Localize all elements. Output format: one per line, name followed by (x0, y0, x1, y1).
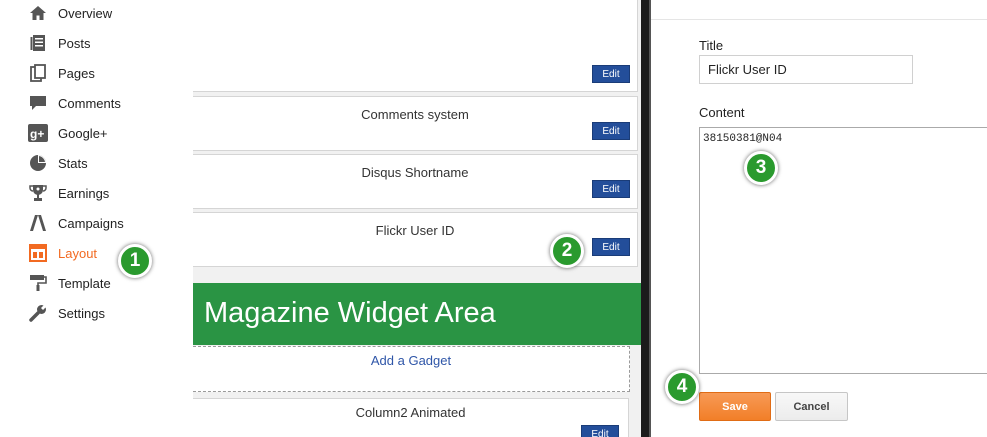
gadget-item: Column2 Animated Edit (193, 398, 629, 437)
wrench-icon (28, 303, 48, 323)
gadget-title: Column2 Animated (355, 405, 466, 420)
posts-icon (28, 33, 48, 53)
edit-button[interactable]: Edit (592, 122, 630, 140)
gadget-title: Comments system (361, 107, 469, 122)
divider (651, 19, 987, 20)
window-divider (641, 0, 649, 437)
sidebar-nav: Overview Posts Pages Comments g+ Google+… (0, 0, 190, 437)
sidebar-item-label: Comments (58, 95, 121, 111)
sidebar-item-google-plus[interactable]: g+ Google+ (28, 122, 108, 144)
comments-icon (28, 93, 48, 113)
sidebar-item-label: Pages (58, 65, 95, 81)
cancel-button[interactable]: Cancel (775, 392, 848, 421)
edit-button[interactable]: Edit (592, 180, 630, 198)
sidebar-item-label: Posts (58, 35, 91, 51)
sidebar-item-comments[interactable]: Comments (28, 92, 121, 114)
sidebar-item-earnings[interactable]: Earnings (28, 182, 109, 204)
save-button[interactable]: Save (699, 392, 771, 421)
sidebar-item-layout[interactable]: Layout (28, 242, 97, 264)
pages-icon (28, 63, 48, 83)
sidebar-item-overview[interactable]: Overview (28, 2, 112, 24)
sidebar-item-pages[interactable]: Pages (28, 62, 95, 84)
gadget-item: Comments system Edit (193, 96, 638, 151)
stats-icon (28, 153, 48, 173)
step-marker-1: 1 (118, 244, 152, 278)
svg-text:g+: g+ (30, 127, 44, 141)
step-marker-4: 4 (665, 370, 699, 404)
content-label: Content (699, 105, 745, 120)
sidebar-item-label: Stats (58, 155, 88, 171)
add-gadget-link[interactable]: Add a Gadget (193, 346, 630, 392)
sidebar-item-label: Google+ (58, 125, 108, 141)
gadget-item: Edit (193, 0, 638, 92)
magazine-section-header: Magazine Widget Area (193, 283, 641, 345)
trophy-icon (28, 183, 48, 203)
sidebar-item-label: Template (58, 275, 111, 291)
sidebar-item-label: Earnings (58, 185, 110, 201)
campaigns-icon (28, 213, 48, 233)
sidebar-item-label: Settings (58, 305, 105, 321)
configure-gadget-dialog: Title Content 38150381@N04 Save Cancel (649, 0, 987, 437)
step-marker-2: 2 (550, 234, 584, 268)
sidebar-item-label: Layout (58, 245, 98, 261)
sidebar-item-stats[interactable]: Stats (28, 152, 88, 174)
edit-button[interactable]: Edit (592, 65, 630, 83)
gadget-item: Disqus Shortname Edit (193, 154, 638, 209)
sidebar-item-posts[interactable]: Posts (28, 32, 91, 54)
google-plus-icon: g+ (28, 123, 48, 143)
step-marker-3: 3 (744, 151, 778, 185)
layout-icon (28, 243, 48, 263)
content-textarea[interactable]: 38150381@N04 (699, 127, 987, 374)
sidebar-item-campaigns[interactable]: Campaigns (28, 212, 124, 234)
gadget-title: Disqus Shortname (361, 165, 469, 180)
sidebar-item-label: Campaigns (58, 215, 124, 231)
sidebar-item-template[interactable]: Template (28, 272, 111, 294)
sidebar-item-label: Overview (58, 5, 113, 21)
title-label: Title (699, 38, 724, 53)
title-input[interactable] (699, 55, 913, 84)
edit-button[interactable]: Edit (581, 425, 619, 437)
layout-panel: Edit Comments system Edit Disqus Shortna… (193, 0, 641, 437)
section-title: Magazine Widget Area (204, 297, 496, 329)
home-icon (28, 3, 48, 23)
sidebar-item-settings[interactable]: Settings (28, 302, 105, 324)
edit-button-flickr[interactable]: Edit (592, 238, 630, 256)
paint-roller-icon (28, 273, 48, 293)
